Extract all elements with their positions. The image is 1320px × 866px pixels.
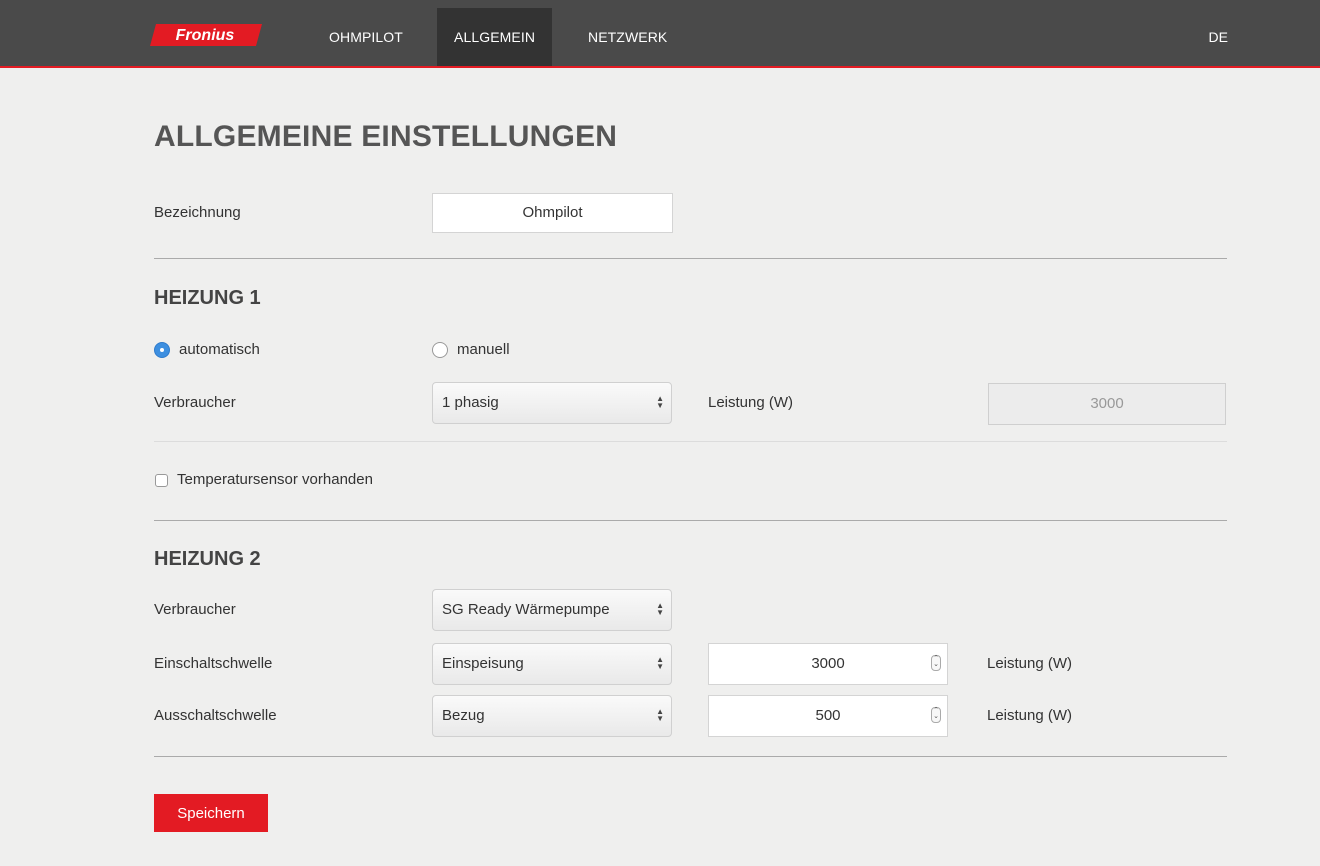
off-threshold-value: 500 bbox=[815, 707, 841, 724]
fronius-logo[interactable]: Fronius bbox=[148, 23, 264, 47]
nav-tab-allgemein[interactable]: ALLGEMEIN bbox=[437, 8, 553, 66]
heating1-power-input: 3000 bbox=[988, 383, 1226, 425]
divider bbox=[154, 258, 1227, 259]
on-threshold-value-input[interactable]: 3000 ⌃ ⌄ bbox=[708, 643, 948, 685]
heating2-consumer-value: SG Ready Wärmepumpe bbox=[442, 601, 610, 618]
on-threshold-label: Einschaltschwelle bbox=[154, 655, 273, 672]
spinner-icon[interactable]: ⌃ ⌄ bbox=[931, 707, 941, 723]
radio-manual-label: manuell bbox=[457, 341, 510, 358]
select-arrows-icon: ▲ ▼ bbox=[656, 655, 664, 672]
temp-sensor-label: Temperatursensor vorhanden bbox=[177, 471, 373, 488]
on-threshold-power-label: Leistung (W) bbox=[987, 655, 1073, 672]
temp-sensor-checkbox[interactable] bbox=[155, 474, 168, 487]
off-threshold-mode-select[interactable]: Bezug ▲ ▼ bbox=[432, 695, 672, 737]
heating1-consumer-select[interactable]: 1 phasig ▲ ▼ bbox=[432, 382, 672, 424]
heating1-power-label: Leistung (W) bbox=[708, 394, 794, 411]
divider bbox=[154, 520, 1227, 521]
heating1-consumer-value: 1 phasig bbox=[442, 394, 499, 411]
radio-automatic[interactable] bbox=[154, 342, 170, 358]
brand-text: Fronius bbox=[176, 27, 235, 44]
off-threshold-value-input[interactable]: 500 ⌃ ⌄ bbox=[708, 695, 948, 737]
off-threshold-label: Ausschaltschwelle bbox=[154, 707, 277, 724]
radio-manual[interactable] bbox=[432, 342, 448, 358]
off-threshold-mode-value: Bezug bbox=[442, 707, 485, 724]
nav-tab-ohmpilot[interactable]: OHMPILOT bbox=[312, 8, 420, 66]
off-threshold-power-label: Leistung (W) bbox=[987, 707, 1073, 724]
on-threshold-value: 3000 bbox=[811, 655, 845, 672]
top-nav-bar: Fronius OHMPILOT ALLGEMEIN NETZWERK DE bbox=[0, 0, 1320, 68]
select-arrows-icon: ▲ ▼ bbox=[656, 707, 664, 724]
divider bbox=[154, 441, 1227, 442]
heating2-title: HEIZUNG 2 bbox=[154, 548, 261, 570]
on-threshold-mode-select[interactable]: Einspeisung ▲ ▼ bbox=[432, 643, 672, 685]
heating2-consumer-label: Verbraucher bbox=[154, 601, 236, 618]
select-arrows-icon: ▲ ▼ bbox=[656, 601, 664, 618]
heating1-consumer-label: Verbraucher bbox=[154, 394, 236, 411]
designation-input[interactable]: Ohmpilot bbox=[432, 193, 673, 233]
select-arrows-icon: ▲ ▼ bbox=[656, 394, 664, 411]
language-selector[interactable]: DE bbox=[1209, 8, 1228, 66]
divider bbox=[154, 756, 1227, 757]
on-threshold-mode-value: Einspeisung bbox=[442, 655, 524, 672]
heating1-title: HEIZUNG 1 bbox=[154, 287, 261, 309]
heating2-consumer-select[interactable]: SG Ready Wärmepumpe ▲ ▼ bbox=[432, 589, 672, 631]
designation-label: Bezeichnung bbox=[154, 204, 241, 221]
save-button[interactable]: Speichern bbox=[154, 794, 268, 832]
nav-tab-netzwerk[interactable]: NETZWERK bbox=[571, 8, 684, 66]
page-title: ALLGEMEINE EINSTELLUNGEN bbox=[154, 120, 618, 153]
radio-automatic-label: automatisch bbox=[179, 341, 260, 358]
spinner-icon[interactable]: ⌃ ⌄ bbox=[931, 655, 941, 671]
